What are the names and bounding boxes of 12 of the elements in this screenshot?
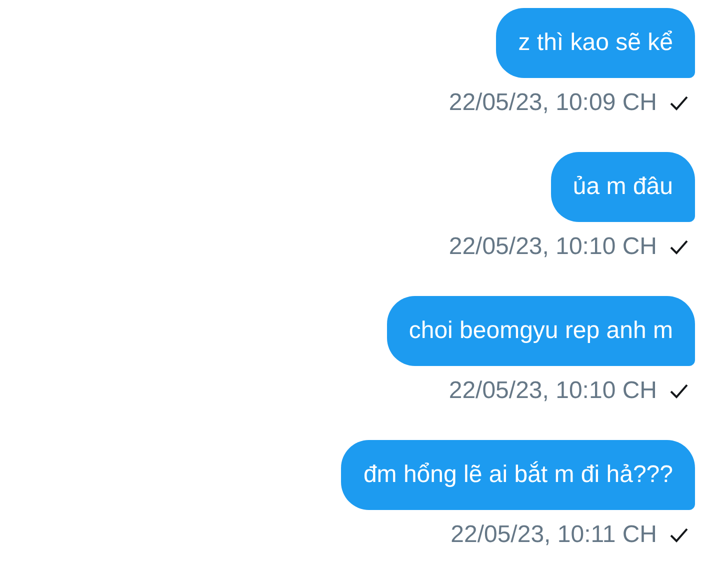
checkmark-icon xyxy=(669,383,689,399)
message-bubble: choi beomgyu rep anh m xyxy=(386,296,695,366)
message-timestamp: 22/05/23, 10:10 CH xyxy=(448,377,657,405)
message-bubble: z thì kao sẽ kể xyxy=(496,8,695,78)
message-timestamp: 22/05/23, 10:11 CH xyxy=(450,521,657,549)
message-bubble: đm hổng lẽ ai bắt m đi hả??? xyxy=(341,440,695,510)
message-timestamp: 22/05/23, 10:10 CH xyxy=(448,233,657,261)
checkmark-icon xyxy=(669,239,689,255)
checkmark-icon xyxy=(669,527,689,543)
message-bubble: ủa m đâu xyxy=(550,152,695,222)
message-timestamp: 22/05/23, 10:09 CH xyxy=(448,89,657,117)
checkmark-icon xyxy=(669,95,689,111)
